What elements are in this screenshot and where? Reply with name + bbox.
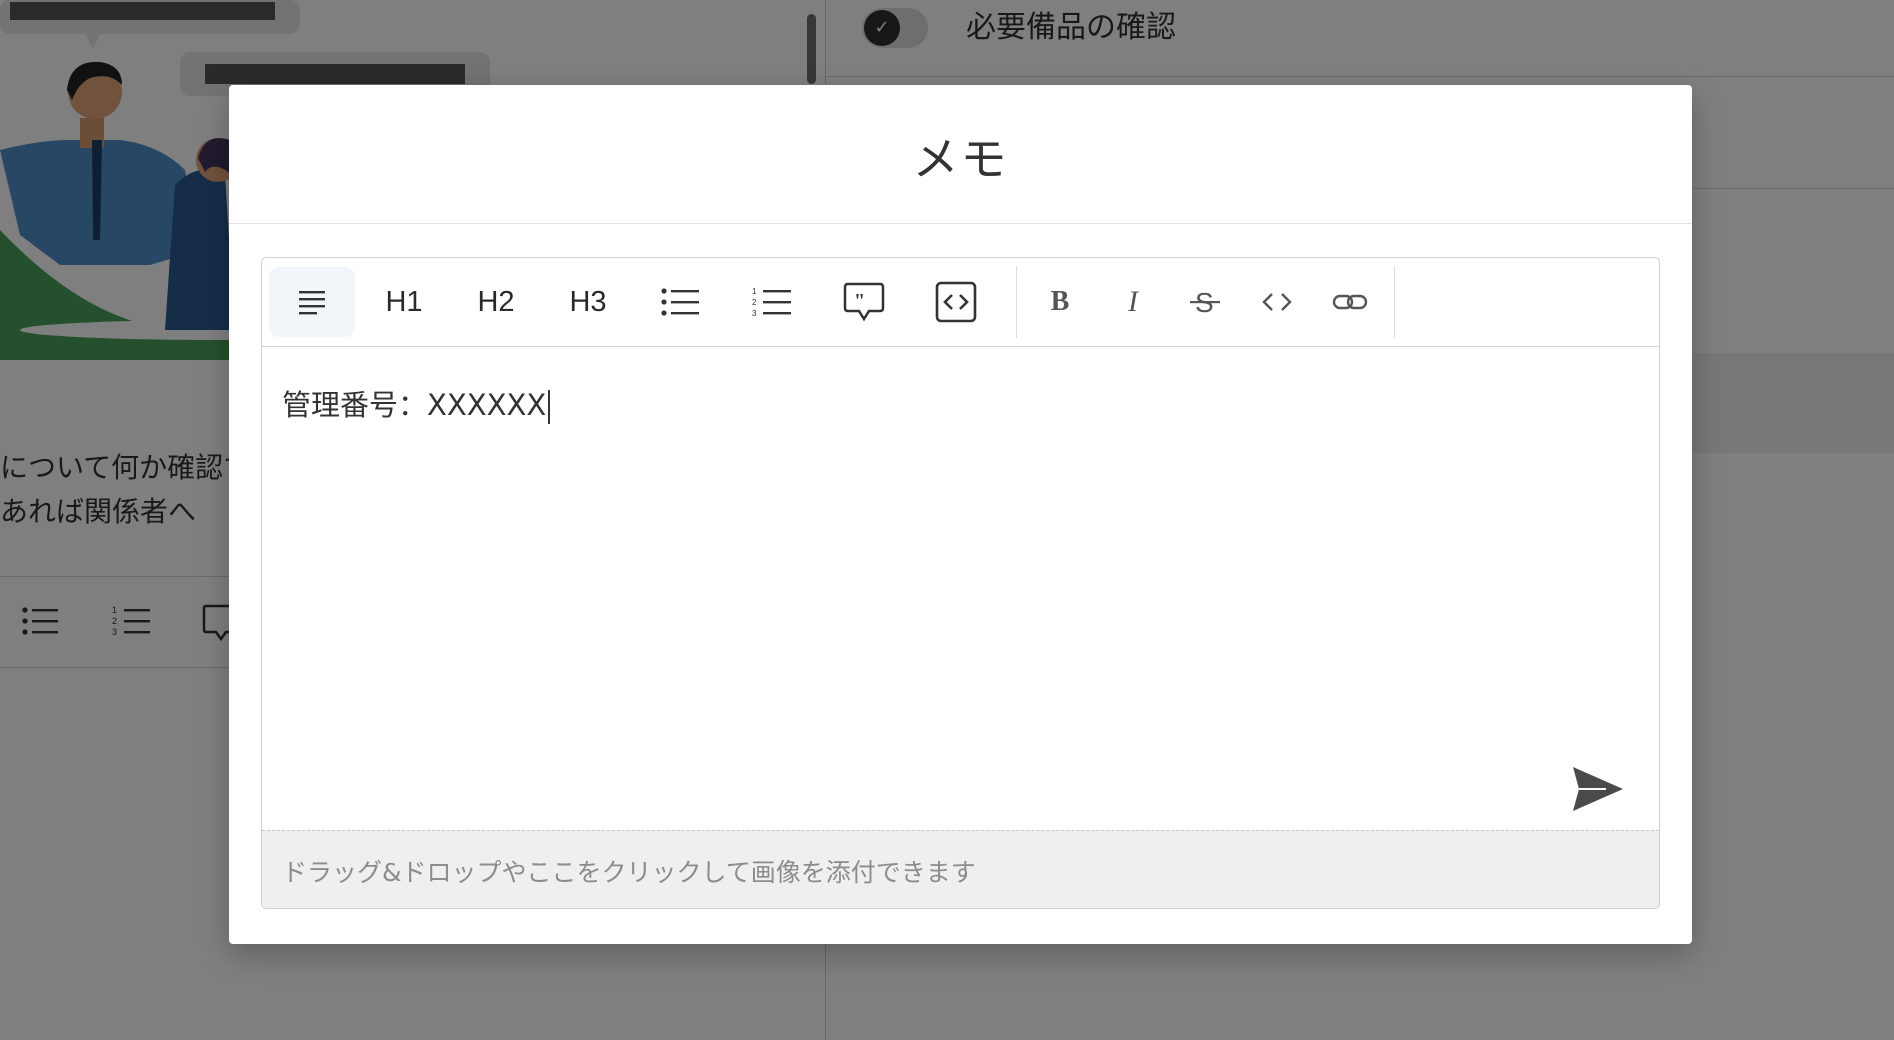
svg-text:2: 2 [752, 298, 757, 307]
modal-header: メモ [229, 85, 1692, 224]
memo-modal: メモ H1 H2 H3 1 2 3 " B I S 管理番号：XXXXXX ドラ… [229, 85, 1692, 944]
link-button[interactable] [1307, 267, 1393, 337]
dropzone-text: ドラッグ&ドロップやここをクリックして画像を添付できます [282, 858, 976, 887]
toolbar-divider [1394, 266, 1395, 338]
send-icon[interactable] [1570, 763, 1626, 815]
editor-toolbar: H1 H2 H3 1 2 3 " B I S [262, 258, 1659, 347]
bullet-list-icon [661, 288, 699, 316]
svg-text:1: 1 [752, 287, 757, 296]
bullet-list-button[interactable] [637, 267, 723, 337]
modal-title: メモ [912, 132, 1009, 186]
heading-2-button[interactable]: H2 [453, 267, 539, 337]
image-dropzone[interactable]: ドラッグ&ドロップやここをクリックして画像を添付できます [262, 830, 1659, 908]
inline-code-icon [1262, 293, 1292, 311]
rich-text-editor: H1 H2 H3 1 2 3 " B I S 管理番号：XXXXXX ドラッグ&… [261, 257, 1660, 909]
svg-text:3: 3 [752, 309, 757, 318]
blockquote-button[interactable]: " [821, 267, 907, 337]
strikethrough-icon: S [1190, 287, 1220, 318]
paragraph-button[interactable] [269, 267, 355, 337]
text-caret [548, 390, 551, 424]
heading-3-button[interactable]: H3 [545, 267, 631, 337]
ordered-list-icon: 1 2 3 [752, 287, 791, 318]
paragraph-icon [299, 291, 325, 315]
editor-text: 管理番号：XXXXXX [282, 388, 547, 422]
svg-text:": " [854, 290, 865, 312]
editor-content[interactable]: 管理番号：XXXXXX [282, 382, 551, 424]
code-block-button[interactable] [913, 267, 999, 337]
blockquote-icon: " [843, 282, 885, 322]
link-icon [1332, 294, 1368, 310]
heading-1-button[interactable]: H1 [361, 267, 447, 337]
ordered-list-button[interactable]: 1 2 3 [729, 267, 815, 337]
code-block-icon [935, 281, 977, 323]
